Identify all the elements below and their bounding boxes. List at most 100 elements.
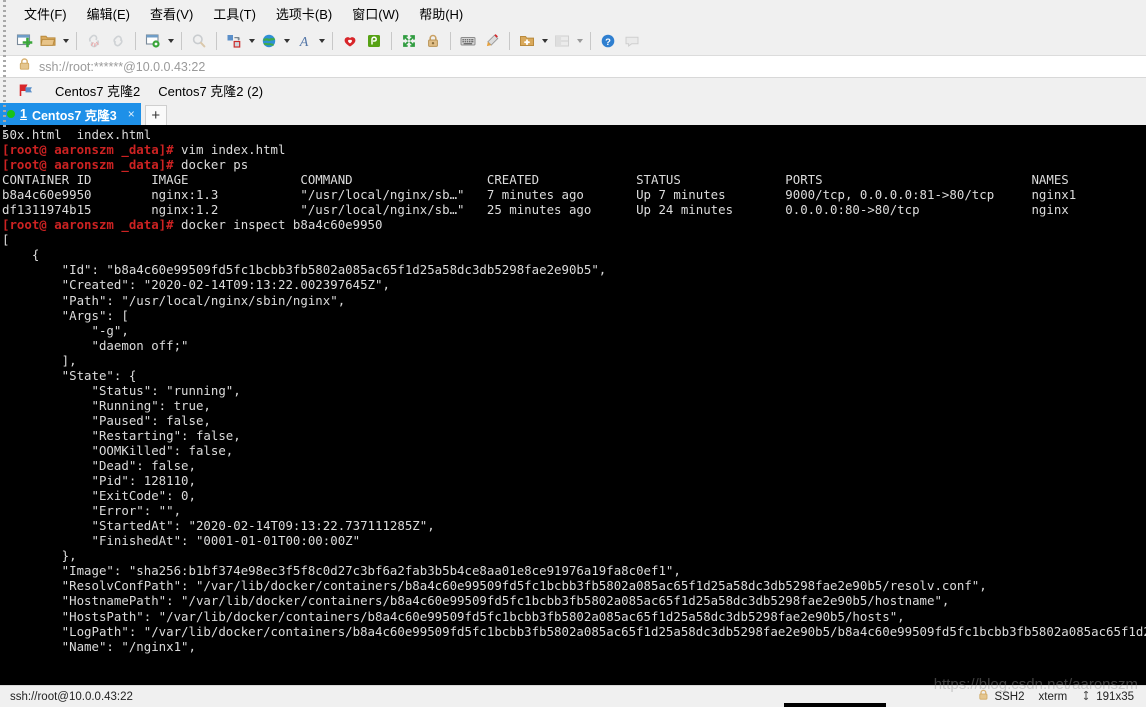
layout-dropdown[interactable] (574, 29, 585, 53)
menu-tabs[interactable]: 选项卡(B) (266, 1, 342, 26)
terminal-line: "Error": "", (2, 503, 1146, 518)
search-icon[interactable] (187, 29, 211, 53)
terminal-text: "FinishedAt": "0001-01-01T00:00:00Z" (2, 533, 361, 549)
terminal-text: "-g", (2, 322, 129, 338)
terminal-text: "Dead": false, (2, 458, 196, 474)
terminal-text: ], (2, 352, 77, 368)
terminal-line: "ResolvConfPath": "/var/lib/docker/conta… (2, 578, 1146, 593)
terminal-line: "Restarting": false, (2, 428, 1146, 443)
lock-icon[interactable] (421, 29, 445, 53)
terminal-line: "Pid": 128110, (2, 473, 1146, 488)
terminal-text: docker inspect b8a4c60e9950 (173, 217, 383, 233)
menu-edit[interactable]: 编辑(E) (77, 1, 140, 26)
status-bar: ssh://root@10.0.0.43:22 SSH2 xterm 191x3… (0, 685, 1146, 707)
terminal-line: [root@ aaronszm _data]# docker inspect b… (2, 217, 1146, 232)
close-icon[interactable]: × (128, 107, 135, 121)
script-icon[interactable] (362, 29, 386, 53)
status-size: 191x35 (1096, 690, 1134, 703)
font-dropdown[interactable] (316, 29, 327, 53)
svg-text:?: ? (605, 37, 611, 48)
terminal-line: "Id": "b8a4c60e99509fd5fc1bcbb3fb5802a08… (2, 262, 1146, 277)
terminal-line: "Image": "sha256:b1bf374e98ec3f5f8c0d27c… (2, 563, 1146, 578)
tab-centos7-clone3[interactable]: 1 Centos7 克隆3 × (0, 103, 141, 125)
toolbar-separator (509, 31, 510, 50)
terminal-text: "Running": true, (2, 397, 211, 413)
new-tab-button[interactable]: + (144, 105, 167, 125)
terminal-text: "OOMKilled": false, (2, 442, 234, 458)
terminal-text: "Args": [ (2, 307, 129, 323)
terminal-line: "Running": true, (2, 398, 1146, 413)
terminal-line: "Path": "/usr/local/nginx/sbin/nginx", (2, 293, 1146, 308)
transfer-dropdown[interactable] (246, 29, 257, 53)
toolbar-separator (391, 31, 392, 50)
open-folder-icon[interactable] (36, 29, 60, 53)
menu-view[interactable]: 查看(V) (140, 1, 203, 26)
keyboard-icon[interactable] (456, 29, 480, 53)
terminal-line: "Status": "running", (2, 383, 1146, 398)
log-icon[interactable] (338, 29, 362, 53)
menu-help[interactable]: 帮助(H) (409, 1, 473, 26)
toolbar-separator (216, 31, 217, 50)
terminal-text: "Restarting": false, (2, 427, 241, 443)
open-folder-dropdown[interactable] (60, 29, 71, 53)
tab-label: Centos7 克隆3 (31, 108, 117, 123)
terminal-line: "Paused": false, (2, 413, 1146, 428)
terminal-line: "Name": "/nginx1", (2, 639, 1146, 654)
terminal-line: ], (2, 353, 1146, 368)
terminal-text: [ (2, 232, 10, 248)
globe-icon[interactable] (257, 29, 281, 53)
terminal-line: "Created": "2020-02-14T09:13:22.00239764… (2, 277, 1146, 292)
terminal-line: CONTAINER ID IMAGE COMMAND CREATED STATU… (2, 172, 1146, 187)
layout-icon[interactable] (550, 29, 574, 53)
terminal-line: "StartedAt": "2020-02-14T09:13:22.737111… (2, 518, 1146, 533)
fullscreen-icon[interactable] (397, 29, 421, 53)
toolbar-separator (590, 31, 591, 50)
status-protocol: SSH2 (994, 690, 1025, 703)
menu-tools[interactable]: 工具(T) (203, 1, 266, 26)
globe-dropdown[interactable] (281, 29, 292, 53)
terminal-text: "StartedAt": "2020-02-14T09:13:22.737111… (2, 518, 435, 534)
terminal-line: "OOMKilled": false, (2, 443, 1146, 458)
connect-icon[interactable] (106, 29, 130, 53)
terminal-text: vim index.html (173, 142, 286, 158)
bookmark-link-1[interactable]: Centos7 克隆2 (46, 79, 149, 102)
terminal-line: "State": { (2, 368, 1146, 383)
terminal-text: "Error": "", (2, 503, 182, 519)
terminal-text: CONTAINER ID IMAGE COMMAND CREATED STATU… (2, 172, 1069, 188)
terminal-output[interactable]: 50x.html index.html [root@ aaronszm _data… (0, 125, 1146, 685)
terminal-text: "Pid": 128110, (2, 473, 196, 489)
menu-file[interactable]: 文件(F) (14, 1, 77, 26)
add-folder-dropdown[interactable] (539, 29, 550, 53)
terminal-text: docker ps (173, 157, 249, 173)
terminal-text: b8a4c60e9950 nginx:1.3 "/usr/local/nginx… (2, 187, 1077, 203)
session-options-dropdown[interactable] (165, 29, 176, 53)
svg-text:A: A (299, 35, 309, 50)
disconnect-icon[interactable] (82, 29, 106, 53)
resize-icon (1081, 690, 1091, 704)
status-emulation: xterm (1038, 690, 1068, 703)
chat-icon[interactable] (620, 29, 644, 53)
terminal-line: "-g", (2, 323, 1146, 338)
terminal-line: [ (2, 232, 1146, 247)
highlight-icon[interactable] (480, 29, 504, 53)
terminal-text: "daemon off;" (2, 337, 189, 353)
new-session-icon[interactable] (12, 29, 36, 53)
menu-window[interactable]: 窗口(W) (342, 1, 409, 26)
shell-prompt: [root@ aaronszm _data]# (2, 217, 174, 233)
securecrt-window: 文件(F) 编辑(E) 查看(V) 工具(T) 选项卡(B) 窗口(W) 帮助(… (0, 0, 1146, 707)
terminal-line: }, (2, 548, 1146, 563)
font-icon[interactable]: A (292, 29, 316, 53)
terminal-text: "ExitCode": 0, (2, 488, 196, 504)
bookmark-link-2[interactable]: Centos7 克隆2 (2) (149, 79, 272, 102)
add-folder-icon[interactable] (515, 29, 539, 53)
terminal-text: "Image": "sha256:b1bf374e98ec3f5f8c0d27c… (2, 563, 681, 579)
address-bar[interactable]: ssh://root:******@10.0.0.43:22 (0, 56, 1146, 78)
bookmark-bar: Centos7 克隆2 Centos7 克隆2 (2) (0, 78, 1146, 103)
session-options-icon[interactable] (141, 29, 165, 53)
terminal-line: "ExitCode": 0, (2, 488, 1146, 503)
terminal-line: [root@ aaronszm _data]# vim index.html (2, 142, 1146, 157)
terminal-line: "Dead": false, (2, 458, 1146, 473)
help-icon[interactable]: ? (596, 29, 620, 53)
tab-status-dot (7, 110, 15, 118)
transfer-icon[interactable] (222, 29, 246, 53)
